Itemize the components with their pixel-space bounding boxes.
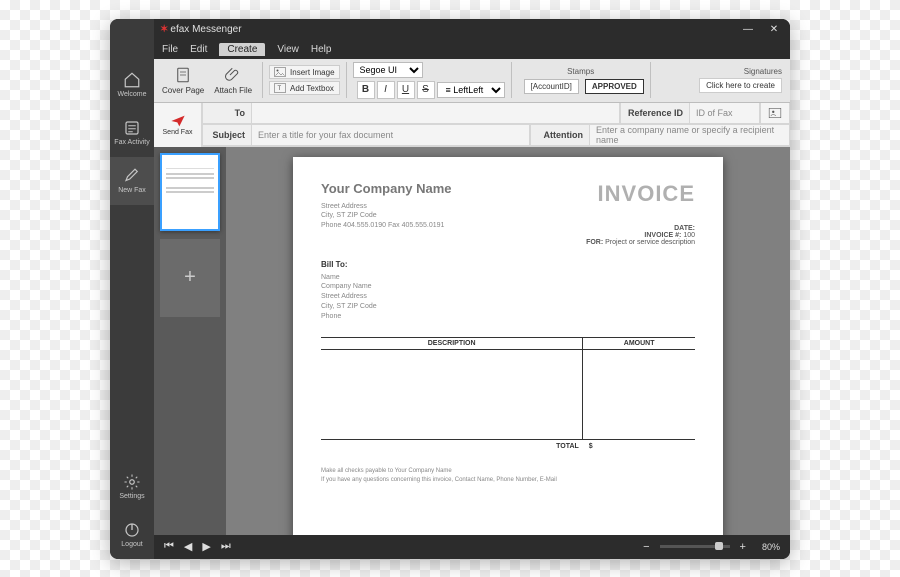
address-book-icon: [768, 107, 782, 119]
nav-first-page[interactable]: ⏮: [164, 540, 174, 553]
font-family-select[interactable]: Segoe UI: [353, 62, 423, 78]
app-title: efax Messenger: [170, 24, 241, 35]
zoom-slider[interactable]: [660, 545, 730, 548]
total-value: $: [583, 440, 695, 454]
address-book-button[interactable]: [760, 103, 790, 124]
attach-icon: [224, 66, 242, 84]
new-fax-icon: [123, 167, 141, 185]
subject-label: Subject: [202, 125, 252, 146]
home-icon: [123, 71, 141, 89]
nav-new-fax[interactable]: New Fax: [110, 157, 154, 205]
footer-note-1: Make all checks payable to Your Company …: [321, 467, 695, 475]
menu-create[interactable]: Create: [219, 43, 265, 56]
page-thumbnails: +: [154, 147, 226, 535]
nav-fax-activity-label: Fax Activity: [114, 139, 149, 146]
bill-address-2: City, ST ZIP Code: [321, 302, 695, 312]
subject-input[interactable]: Enter a title for your fax document: [252, 125, 530, 146]
insert-image-button[interactable]: Insert Image: [269, 65, 339, 79]
attention-input[interactable]: Enter a company name or specify a recipi…: [590, 125, 790, 146]
svg-text:T: T: [278, 86, 282, 92]
stamps-section-label: Stamps: [567, 67, 594, 76]
workspace: + Your Company Name Street Address City,…: [154, 147, 790, 535]
status-bar: ⏮ ◀ ▶ ⏭ − + 80%: [154, 535, 790, 559]
zoom-percentage: 80%: [762, 542, 780, 552]
stamp-approved[interactable]: APPROVED: [585, 79, 644, 94]
align-select[interactable]: ≡ LeftLeft: [437, 82, 505, 98]
total-label: TOTAL: [321, 440, 583, 454]
nav-welcome[interactable]: Welcome: [110, 61, 154, 109]
menu-file[interactable]: File: [162, 44, 178, 55]
company-address-2: City, ST ZIP Code: [321, 211, 452, 221]
bill-company: Company Name: [321, 282, 695, 292]
left-navigation-rail: Welcome Fax Activity New Fax Settings Lo…: [110, 19, 154, 559]
company-address-1: Street Address: [321, 202, 452, 212]
underline-button[interactable]: U: [397, 81, 415, 99]
stamp-accountid[interactable]: [AccountID]: [524, 79, 579, 94]
nav-logout[interactable]: Logout: [110, 511, 154, 559]
menu-edit[interactable]: Edit: [190, 44, 207, 55]
bold-button[interactable]: B: [357, 81, 375, 99]
nav-new-fax-label: New Fax: [118, 187, 146, 194]
send-icon: [170, 114, 186, 128]
nav-next-page[interactable]: ▶: [202, 540, 210, 553]
cover-page-icon: [174, 66, 192, 84]
attach-file-button[interactable]: Attach File: [210, 64, 256, 97]
fax-activity-icon: [123, 119, 141, 137]
document-viewport[interactable]: Your Company Name Street Address City, S…: [226, 147, 790, 535]
company-phone-line: Phone 404.555.0190 Fax 405.555.0191: [321, 221, 452, 231]
menu-bar: File Edit Create View Help: [154, 41, 790, 59]
cover-page-button[interactable]: Cover Page: [158, 64, 208, 97]
titlebar: ✶ efax Messenger — ✕: [154, 19, 790, 41]
signatures-section-label: Signatures: [744, 67, 782, 76]
invoice-line-items-table: DESCRIPTION AMOUNT TOTAL $: [321, 337, 695, 453]
company-name: Your Company Name: [321, 181, 452, 196]
textbox-icon: T: [274, 83, 286, 93]
nav-logout-label: Logout: [121, 541, 142, 548]
invoice-page: Your Company Name Street Address City, S…: [293, 157, 723, 535]
nav-fax-activity[interactable]: Fax Activity: [110, 109, 154, 157]
to-label: To: [202, 103, 252, 124]
italic-button[interactable]: I: [377, 81, 395, 99]
zoom-in-button[interactable]: +: [740, 541, 746, 553]
nav-settings[interactable]: Settings: [110, 463, 154, 511]
create-signature-button[interactable]: Click here to create: [699, 78, 782, 93]
app-window: Welcome Fax Activity New Fax Settings Lo…: [110, 19, 790, 559]
bill-phone: Phone: [321, 312, 695, 322]
reference-id-label: Reference ID: [620, 103, 690, 124]
menu-help[interactable]: Help: [311, 44, 332, 55]
col-amount: AMOUNT: [583, 338, 695, 350]
nav-welcome-label: Welcome: [117, 91, 146, 98]
add-textbox-button[interactable]: T Add Textbox: [269, 81, 339, 95]
gear-icon: [123, 473, 141, 491]
to-input[interactable]: [252, 103, 620, 124]
bill-name: Name: [321, 273, 695, 283]
bill-to-label: Bill To:: [321, 260, 695, 269]
window-close-button[interactable]: ✕: [764, 24, 784, 35]
zoom-out-button[interactable]: −: [643, 541, 649, 553]
attention-label: Attention: [530, 125, 590, 146]
page-thumbnail-1[interactable]: [160, 153, 220, 231]
send-fax-button[interactable]: Send Fax: [154, 103, 202, 147]
nav-settings-label: Settings: [119, 493, 144, 500]
power-icon: [123, 521, 141, 539]
reference-id-input[interactable]: ID of Fax: [690, 103, 760, 124]
strike-button[interactable]: S: [417, 81, 435, 99]
nav-prev-page[interactable]: ◀: [184, 540, 192, 553]
col-description: DESCRIPTION: [321, 338, 583, 350]
main-area: ✶ efax Messenger — ✕ File Edit Create Vi…: [154, 19, 790, 559]
bill-address-1: Street Address: [321, 292, 695, 302]
footer-note-2: If you have any questions concerning thi…: [321, 476, 695, 484]
add-page-button[interactable]: +: [160, 239, 220, 317]
menu-view[interactable]: View: [277, 44, 299, 55]
ribbon-toolbar: Cover Page Attach File Insert Image T Ad…: [154, 59, 790, 103]
nav-last-page[interactable]: ⏭: [221, 540, 231, 553]
window-minimize-button[interactable]: —: [738, 24, 758, 35]
invoice-title: INVOICE: [559, 181, 695, 207]
image-icon: [274, 67, 286, 77]
